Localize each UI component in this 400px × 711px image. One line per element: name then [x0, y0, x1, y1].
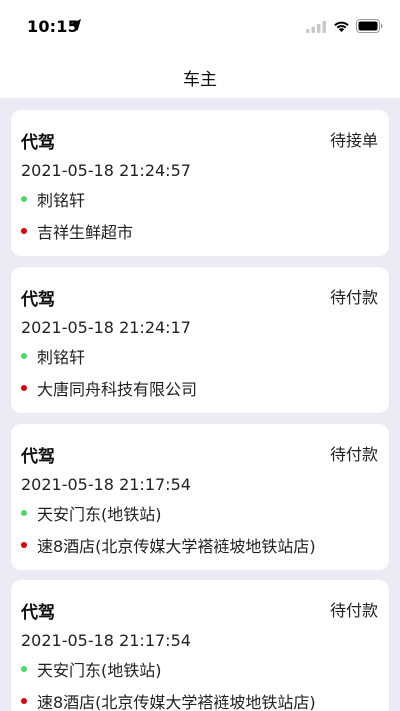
service-type: 代驾 — [21, 133, 55, 153]
end-location: 速8酒店(北京传媒大学褡裢坡地铁站店) — [37, 537, 316, 556]
order-time: 2021-05-18 21:17:54 — [21, 631, 191, 650]
service-type: 代驾 — [21, 290, 55, 310]
end-dot-icon — [21, 698, 27, 704]
start-location: 天安门东(地铁站) — [37, 505, 162, 524]
order-list[interactable]: 代驾 待接单 2021-05-18 21:24:57 刺铭轩 吉祥生鲜超市 代驾… — [0, 98, 400, 711]
start-dot-icon — [21, 196, 27, 202]
start-location-row: 刺铭轩 — [21, 346, 86, 367]
location-arrow-icon — [71, 19, 81, 31]
end-location-row: 吉祥生鲜超市 — [21, 221, 134, 242]
status-bar: 10:15 — [0, 0, 400, 52]
end-dot-icon — [21, 542, 27, 548]
end-location-row: 速8酒店(北京传媒大学褡裢坡地铁站店) — [21, 535, 316, 556]
wifi-icon — [334, 21, 349, 32]
start-dot-icon — [21, 510, 27, 516]
order-card[interactable]: 代驾 待付款 2021-05-18 21:17:54 天安门东(地铁站) 速8酒… — [11, 580, 389, 711]
battery-icon — [356, 19, 383, 33]
service-type: 代驾 — [21, 447, 55, 467]
order-card[interactable]: 代驾 待付款 2021-05-18 21:17:54 天安门东(地铁站) 速8酒… — [11, 424, 389, 570]
end-location: 吉祥生鲜超市 — [37, 223, 134, 242]
order-status: 待付款 — [329, 288, 378, 307]
order-card[interactable]: 代驾 待接单 2021-05-18 21:24:57 刺铭轩 吉祥生鲜超市 — [11, 110, 389, 256]
order-status: 待付款 — [329, 445, 378, 464]
start-dot-icon — [21, 666, 27, 672]
start-location: 刺铭轩 — [37, 191, 86, 210]
order-card[interactable]: 代驾 待付款 2021-05-18 21:24:17 刺铭轩 大唐同舟科技有限公… — [11, 267, 389, 413]
order-time: 2021-05-18 21:24:17 — [21, 318, 191, 337]
order-status: 待接单 — [329, 131, 378, 150]
navigation-bar: 车主 — [0, 52, 400, 98]
end-dot-icon — [21, 385, 27, 391]
start-location: 天安门东(地铁站) — [37, 661, 162, 680]
service-type: 代驾 — [21, 603, 55, 623]
cellular-signal-icon — [306, 21, 326, 33]
order-time: 2021-05-18 21:17:54 — [21, 475, 191, 494]
start-location: 刺铭轩 — [37, 348, 86, 367]
page-title: 车主 — [183, 70, 217, 90]
start-location-row: 天安门东(地铁站) — [21, 503, 162, 524]
end-location: 速8酒店(北京传媒大学褡裢坡地铁站店) — [37, 693, 316, 711]
end-dot-icon — [21, 228, 27, 234]
start-location-row: 天安门东(地铁站) — [21, 659, 162, 680]
order-status: 待付款 — [329, 601, 378, 620]
end-location-row: 速8酒店(北京传媒大学褡裢坡地铁站店) — [21, 691, 316, 711]
start-dot-icon — [21, 353, 27, 359]
end-location: 大唐同舟科技有限公司 — [37, 380, 198, 399]
end-location-row: 大唐同舟科技有限公司 — [21, 378, 198, 399]
order-time: 2021-05-18 21:24:57 — [21, 161, 191, 180]
start-location-row: 刺铭轩 — [21, 189, 86, 210]
